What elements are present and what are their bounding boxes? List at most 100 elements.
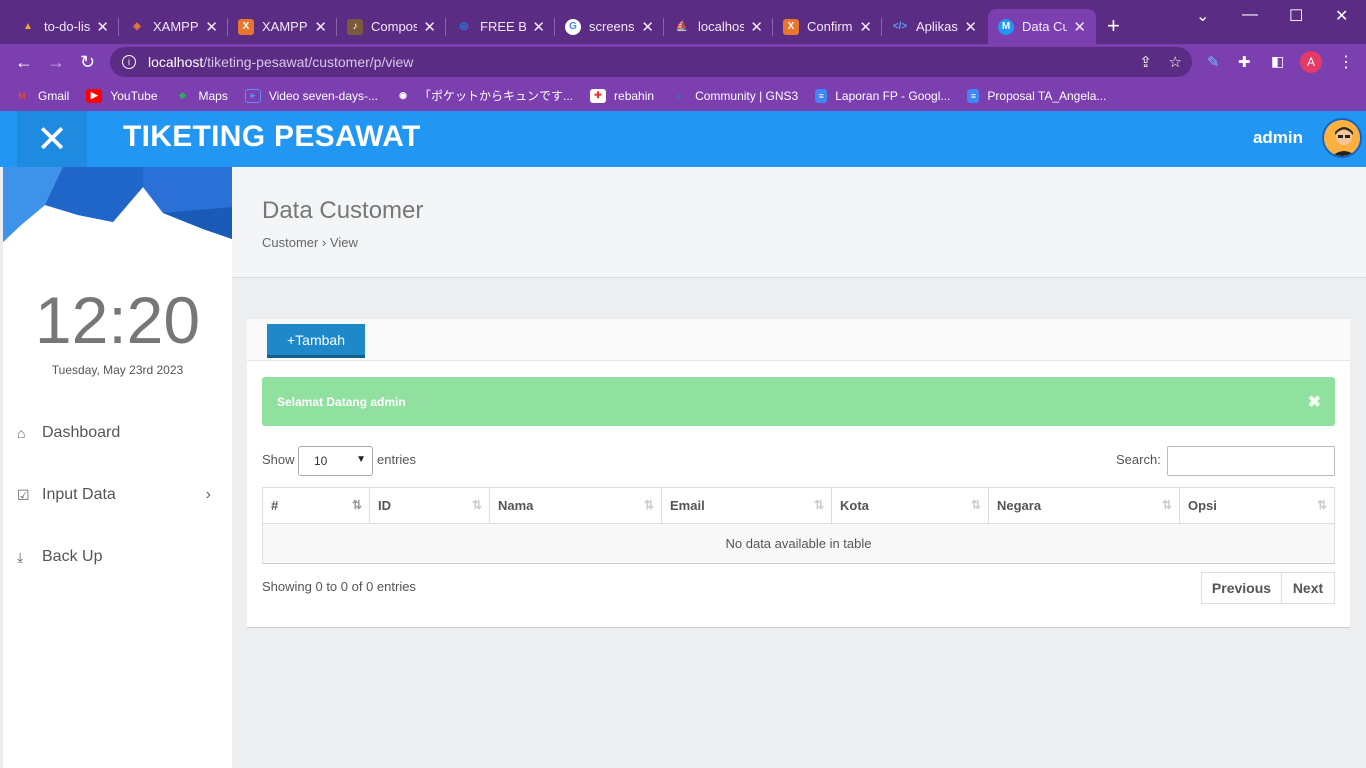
bookmark-item[interactable]: M Gmail (14, 89, 69, 103)
chevron-down-icon: ▼ (356, 454, 366, 465)
bookmark-item[interactable]: ▶ YouTube (86, 88, 158, 103)
browser-tab[interactable]: Gscreensh✕ (555, 9, 664, 44)
url-host: localhost (148, 54, 204, 70)
url-path: /tiketing-pesawat/customer/p/view (203, 54, 414, 70)
new-tab-icon[interactable]: + (1107, 13, 1120, 39)
browser-tab[interactable]: ♪ Compos ✕ (337, 9, 446, 44)
minimize-icon[interactable]: — (1242, 6, 1258, 24)
previous-page-button[interactable]: Previous (1201, 572, 1282, 604)
close-tab-icon[interactable]: ✕ (423, 18, 436, 36)
page-title: Data Customer (262, 197, 424, 224)
sort-icon: ⇅ (351, 498, 362, 512)
youtube-icon: ▶ (86, 88, 103, 103)
sidebar-banner-graphic (3, 167, 232, 242)
bookmark-star-icon[interactable]: ☆ (1169, 53, 1182, 71)
column-header-kota[interactable]: Kota ⇅ (832, 488, 989, 524)
search-input[interactable] (1167, 446, 1335, 476)
browser-tab[interactable]: ◈ XAMPP ✕ (119, 9, 228, 44)
breadcrumb: Customer › View (262, 235, 358, 250)
url-field[interactable]: i localhost/tiketing-pesawat/customer/p/… (110, 47, 1192, 77)
composer-icon: ♪ (347, 18, 363, 35)
profile-avatar[interactable]: A (1300, 51, 1322, 73)
close-tab-icon[interactable]: ✕ (641, 18, 654, 36)
share-icon[interactable]: ⇪ (1139, 53, 1152, 71)
back-icon[interactable]: ← (15, 52, 33, 73)
bookmark-item[interactable]: ✚ rebahin (590, 88, 654, 103)
customer-card: +Tambah Selamat Datang admin ✖ Show 10 ▼ … (247, 319, 1350, 628)
sidebar-item-input-data[interactable]: ☑ Input Data › (17, 480, 217, 510)
column-header-id[interactable]: ID ⇅ (370, 488, 490, 524)
add-customer-button[interactable]: +Tambah (267, 324, 365, 358)
column-header-email[interactable]: Email ⇅ (662, 488, 832, 524)
alert-close-icon[interactable]: ✖ (1308, 392, 1321, 412)
bookmark-item[interactable]: ≡ Proposal TA_Angela... (967, 88, 1106, 103)
close-tab-icon[interactable]: ✕ (314, 18, 327, 36)
browser-tab[interactable]: X Confirm ✕ (773, 9, 882, 44)
bookmark-item[interactable]: ◉ 「ポケットからキュンです... (395, 87, 573, 104)
browser-tab[interactable]: </> Aplikasi ✕ (882, 9, 987, 44)
docs-icon: ≡ (967, 88, 980, 103)
check-square-icon: ☑ (17, 486, 30, 503)
xampp-icon: X (238, 18, 254, 35)
close-tab-icon[interactable]: ✕ (96, 18, 109, 36)
browser-tab[interactable]: ▲ to-do-lis ✕ (10, 9, 119, 44)
sidebar-date: Tuesday, May 23rd 2023 (51, 363, 184, 377)
entries-label: entries (377, 452, 417, 467)
user-avatar[interactable] (1322, 118, 1362, 158)
column-header-nama[interactable]: Nama ⇅ (490, 488, 662, 524)
close-tab-icon[interactable]: ✕ (1073, 18, 1086, 36)
entries-select[interactable]: 10 ▼ (298, 446, 373, 476)
address-bar-row: ← → ↻ i localhost/tiketing-pesawat/custo… (0, 44, 1366, 80)
welcome-alert: Selamat Datang admin ✖ (262, 377, 1335, 426)
user-name[interactable]: admin (1253, 128, 1303, 148)
menu-dots-icon[interactable]: ⋮ (1338, 52, 1354, 72)
window-close-icon[interactable]: ✕ (1335, 6, 1348, 26)
reload-icon[interactable]: ↻ (80, 52, 95, 73)
sidebar-item-back-up[interactable]: ⤓ Back Up (17, 542, 217, 572)
maximize-icon[interactable]: ☐ (1289, 6, 1303, 26)
close-sidebar-icon[interactable]: ✕ (17, 111, 87, 167)
table-info: Showing 0 to 0 of 0 entries (262, 579, 416, 594)
sidebar-item-dashboard[interactable]: ⌂ Dashboard (17, 418, 217, 448)
close-tab-icon[interactable]: ✕ (964, 18, 977, 36)
sort-icon: ⇅ (1316, 498, 1327, 512)
bookmark-item[interactable]: ▸ Video seven-days-... (244, 88, 378, 103)
bookmark-item[interactable]: ◆ Maps (175, 89, 228, 103)
close-tab-icon[interactable]: ✕ (532, 18, 545, 36)
forward-icon[interactable]: → (47, 52, 65, 73)
browser-tab-active[interactable]: M Data Cu ✕ (988, 9, 1096, 44)
next-page-button[interactable]: Next (1281, 572, 1335, 604)
bookmark-item[interactable]: ≡ Laporan FP - Googl... (815, 88, 950, 103)
close-tab-icon[interactable]: ✕ (750, 18, 763, 36)
bookmark-item[interactable]: ◐ Community | GNS3 (671, 89, 798, 103)
sort-icon: ⇅ (643, 498, 654, 512)
browser-tab-strip: ▲ to-do-lis ✕ ◈ XAMPP ✕ X XAMPP ✕ ♪ Compos ✕ ◎ FR… (0, 0, 1366, 44)
sidebar: 12:20 Tuesday, May 23rd 2023 ⌂ Dashboard … (3, 167, 232, 768)
browser-tab[interactable]: ⛵ localhos ✕ (664, 9, 773, 44)
extensions-puzzle-icon[interactable]: ✚ (1238, 53, 1251, 71)
sort-icon: ⇅ (1161, 498, 1172, 512)
column-header-negara[interactable]: Negara ⇅ (989, 488, 1180, 524)
sidebar-clock: 12:20 (34, 283, 201, 357)
site-info-icon[interactable]: i (122, 55, 136, 69)
firebase-icon: ▲ (23, 21, 33, 32)
column-header-number[interactable]: # ⇅ (263, 488, 370, 524)
sort-icon: ⇅ (471, 498, 482, 512)
tab-search-icon[interactable]: ⌄ (1196, 6, 1209, 26)
alert-text: Selamat Datang admin (277, 394, 406, 409)
maps-icon: ◆ (179, 90, 186, 100)
video-icon: ▸ (244, 88, 261, 103)
page-header: Data Customer Customer › View (232, 167, 1366, 278)
m-icon: M (998, 18, 1014, 35)
side-panel-icon[interactable]: ◧ (1271, 53, 1284, 70)
close-tab-icon[interactable]: ✕ (205, 18, 218, 36)
close-tab-icon[interactable]: ✕ (859, 18, 872, 36)
browser-tab[interactable]: ◎FREE Bu✕ (446, 9, 555, 44)
bookmarks-bar: M Gmail ▶ YouTube ◆ Maps ▸ Video seven-days-… (0, 80, 1366, 111)
extension-icon[interactable]: ✎ (1207, 53, 1220, 71)
browser-tab[interactable]: X XAMPP ✕ (228, 9, 337, 44)
column-header-opsi[interactable]: Opsi ⇅ (1180, 488, 1334, 524)
app-title: TIKETING PESAWAT (123, 120, 421, 153)
xampp-icon: X (783, 18, 799, 35)
empty-table-message: No data available in table (263, 524, 1334, 563)
